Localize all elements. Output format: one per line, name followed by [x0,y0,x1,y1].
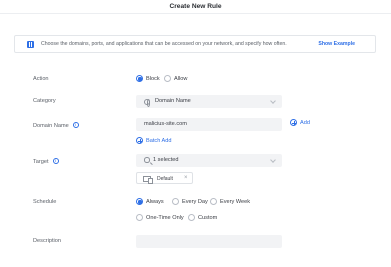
radio-selected-icon [136,198,143,205]
info-banner: Choose the domains, ports, and applicati… [14,35,376,53]
category-label: Category [33,98,56,104]
radio-icon [164,75,171,82]
domain-name-label: Domain Name [33,121,79,129]
radio-icon [172,198,179,205]
category-value: Domain Name [155,98,191,105]
radio-icon [188,214,195,221]
target-select[interactable]: 1 selected [136,154,282,167]
add-circle-icon [136,137,143,144]
radio-icon [136,214,143,221]
batch-add-button[interactable]: Batch Add [136,137,172,144]
schedule-one-time-radio[interactable]: One-Time Only [136,214,184,221]
schedule-always-radio[interactable]: Always [136,198,164,205]
show-example-link[interactable]: Show Example [318,41,355,47]
schedule-every-day-radio[interactable]: Every Day [172,198,208,205]
schedule-every-week-radio[interactable]: Every Week [210,198,250,205]
radio-selected-icon [136,75,143,82]
banner-text: Choose the domains, ports, and applicati… [41,41,287,47]
domain-name-input[interactable]: malicius-site.com [136,118,282,131]
chevron-down-icon [270,157,276,163]
action-allow-radio[interactable]: Allow [164,75,187,82]
tag-label: Default [157,175,173,182]
info-icon [27,41,34,48]
devices-icon [143,175,153,184]
dialog-header: Create New Rule [0,0,391,14]
schedule-label: Schedule [33,199,57,205]
action-label: Action [33,76,49,82]
target-label: Target [33,157,59,165]
target-tag: Default × [136,172,193,184]
add-circle-icon [290,119,297,126]
radio-icon [210,198,217,205]
close-icon[interactable]: × [184,175,188,181]
domain-name-value: malicius-site.com [144,121,187,128]
globe-icon [144,98,151,107]
action-block-radio[interactable]: Block [136,75,160,82]
chevron-down-icon [270,98,276,104]
search-icon [144,157,150,163]
schedule-custom-radio[interactable]: Custom [188,214,217,221]
help-icon[interactable] [52,158,59,164]
target-value: 1 selected [153,157,179,164]
description-label: Description [33,238,61,244]
dialog-title: Create New Rule [169,3,222,10]
description-input[interactable] [136,235,282,248]
category-select[interactable]: Domain Name [136,95,282,108]
help-icon[interactable] [72,122,79,128]
add-domain-button[interactable]: Add [290,119,310,126]
